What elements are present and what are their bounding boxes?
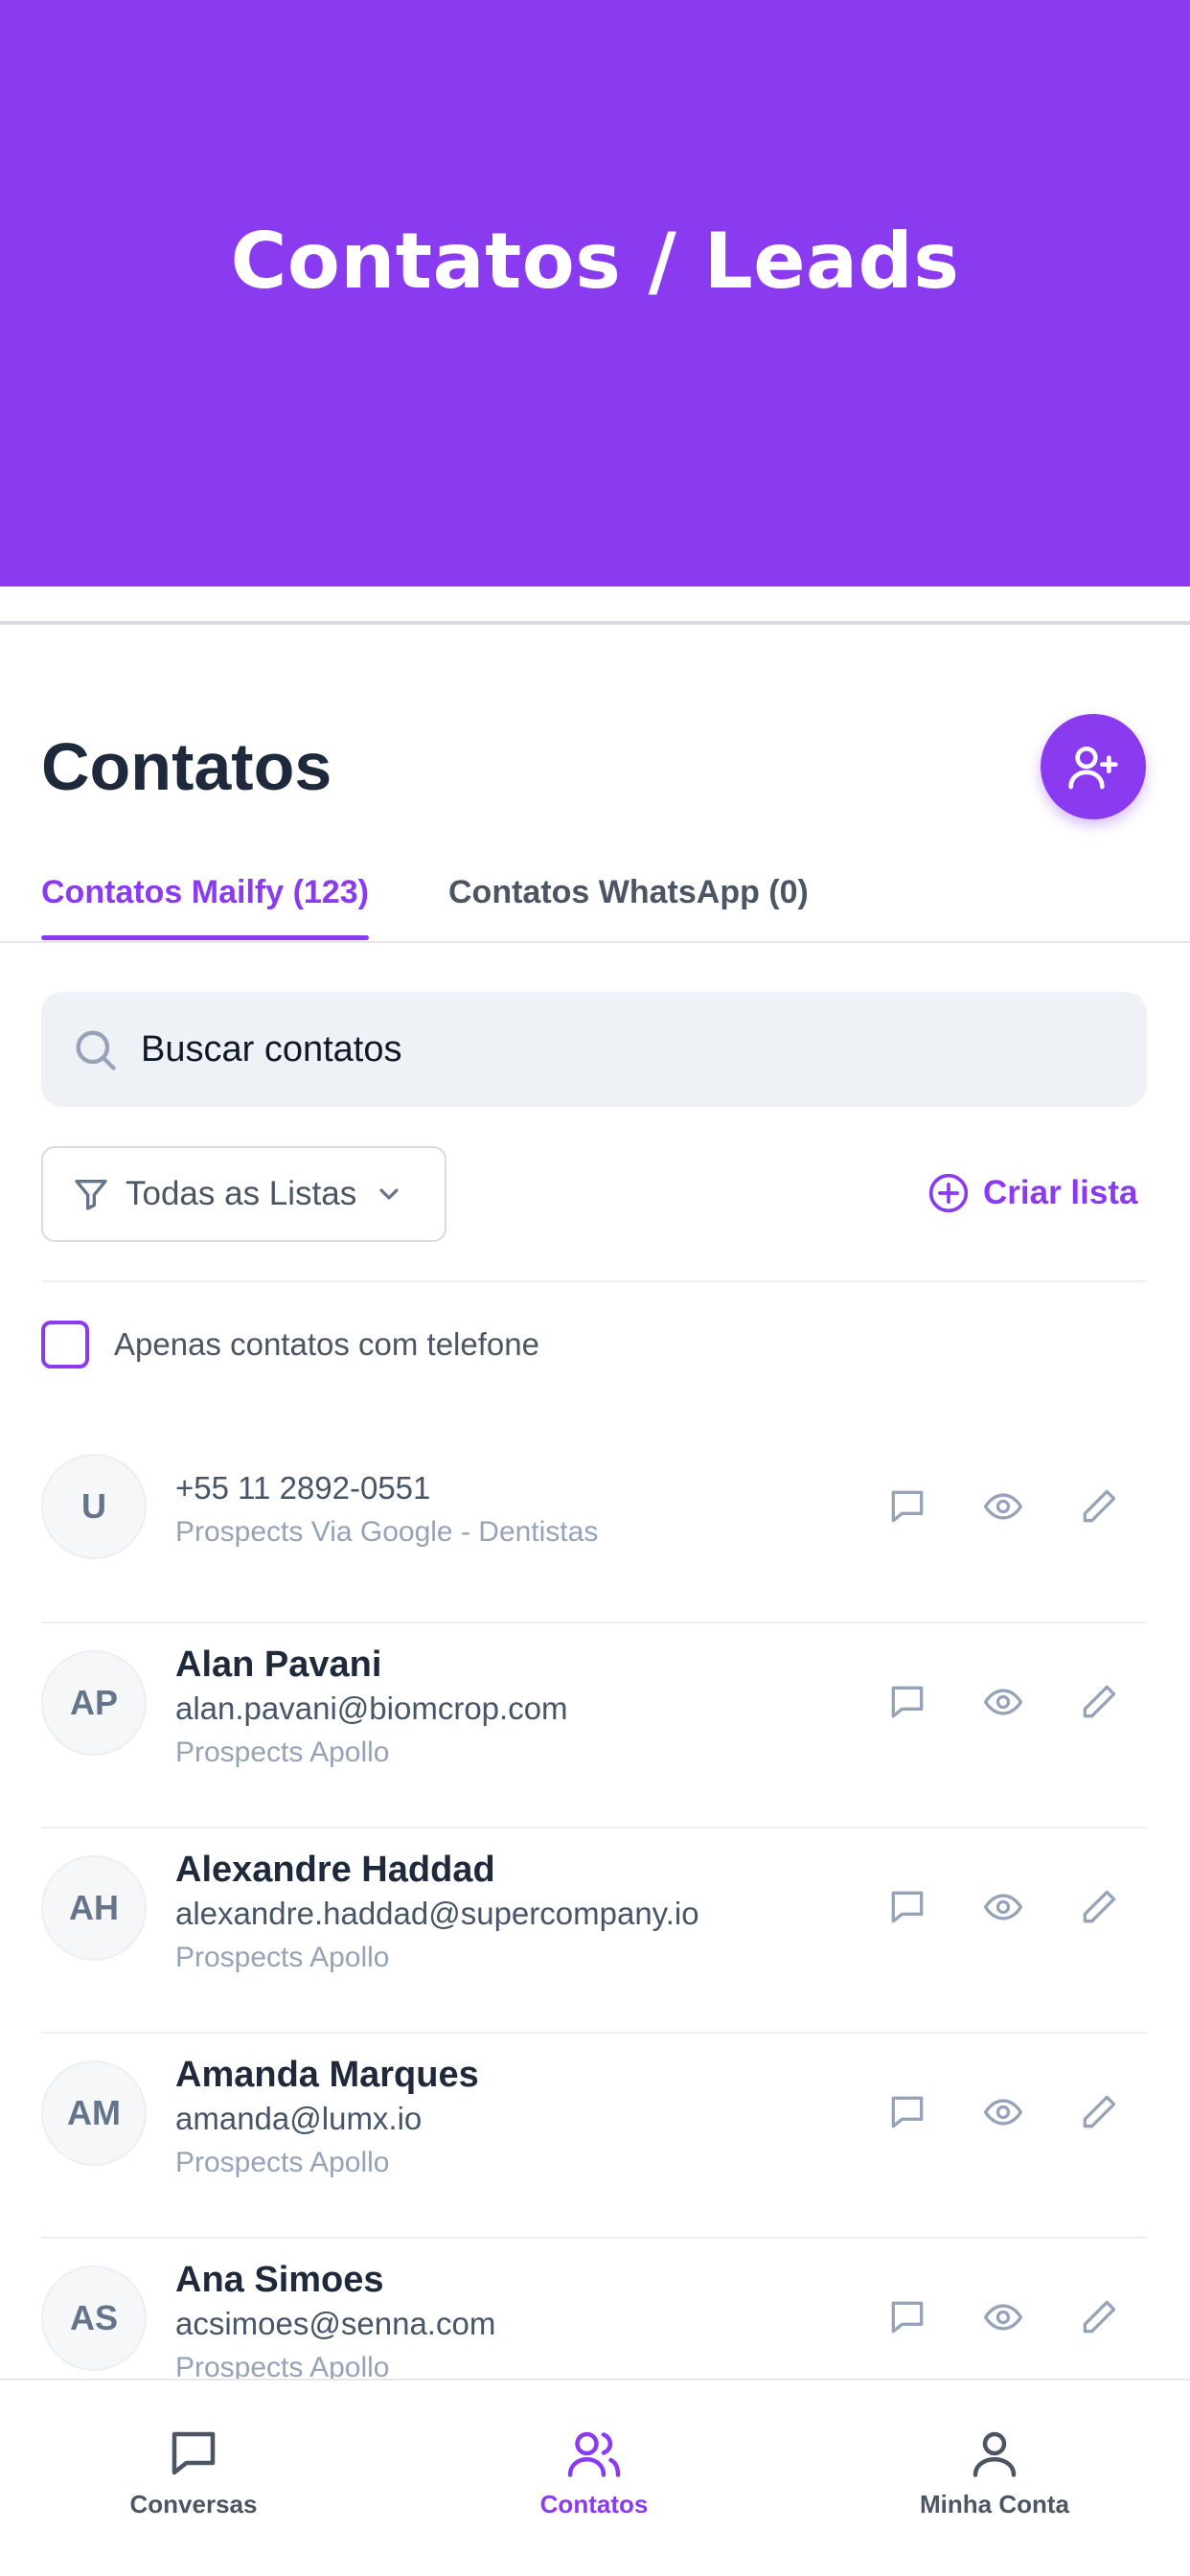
filter-icon (75, 1180, 107, 1210)
phone-only-checkbox[interactable] (41, 1321, 89, 1368)
edit-button[interactable] (1051, 1673, 1147, 1731)
user-icon (973, 2431, 1017, 2477)
pencil-icon (1083, 1685, 1116, 1718)
edit-button[interactable] (1051, 1878, 1147, 1936)
avatar: AM (41, 2060, 147, 2166)
bottom-navigation: Conversas Contatos Minha Conta (0, 2379, 1190, 2576)
avatar: AH (41, 1855, 147, 1961)
nav-label: Conversas (129, 2490, 258, 2518)
header-title: Contatos / Leads (230, 216, 960, 306)
chat-icon (891, 2301, 924, 2334)
contact-phone: +55 11 2892-0551 (175, 1470, 431, 1506)
add-contact-button[interactable] (1041, 714, 1146, 819)
message-button[interactable] (859, 1673, 955, 1731)
contact-list-name: Prospects Apollo (175, 1736, 390, 1768)
message-button[interactable] (859, 1478, 955, 1535)
eye-icon (983, 1493, 1023, 1520)
nav-conversas[interactable]: Conversas (50, 2425, 337, 2519)
pencil-icon (1083, 1890, 1116, 1923)
contact-row[interactable]: AM Amanda Marques amanda@lumx.io Prospec… (41, 2034, 1147, 2239)
chat-icon (891, 2096, 924, 2128)
contact-name: Alan Pavani (175, 1644, 382, 1685)
eye-icon (983, 2304, 1023, 2331)
contact-name: Ana Simoes (175, 2260, 384, 2300)
chat-icon (891, 1490, 924, 1523)
nav-minha-conta[interactable]: Minha Conta (851, 2425, 1138, 2519)
header-banner: Contatos / Leads (0, 0, 1190, 586)
divider (41, 1280, 1147, 1282)
tab-contatos-whatsapp[interactable]: Contatos WhatsApp (0) (448, 874, 809, 911)
view-button[interactable] (955, 2083, 1051, 2141)
message-button[interactable] (859, 2288, 955, 2346)
avatar: AS (41, 2266, 147, 2371)
phone-only-filter[interactable]: Apenas contatos com telefone (41, 1321, 539, 1368)
search-bar[interactable] (41, 992, 1147, 1107)
filter-selected-label: Todas as Listas (126, 1175, 357, 1212)
search-input[interactable] (141, 1028, 1003, 1070)
contact-email: amanda@lumx.io (175, 2101, 423, 2136)
header-divider (0, 621, 1190, 625)
contact-row[interactable]: U +55 11 2892-0551 Prospects Via Google … (41, 1418, 1147, 1623)
contact-email: acsimoes@senna.com (175, 2306, 496, 2341)
pencil-icon (1083, 2300, 1116, 2334)
edit-button[interactable] (1051, 1478, 1147, 1535)
view-button[interactable] (955, 2288, 1051, 2346)
chat-icon (172, 2431, 216, 2475)
nav-label: Contatos (539, 2490, 649, 2518)
view-button[interactable] (955, 1478, 1051, 1535)
contact-name: Amanda Marques (175, 2055, 479, 2095)
edit-button[interactable] (1051, 2083, 1147, 2141)
users-icon (567, 2431, 621, 2477)
eye-icon (983, 1894, 1023, 1920)
chat-icon (891, 1686, 924, 1718)
nav-label: Minha Conta (920, 2490, 1069, 2518)
avatar: AP (41, 1650, 147, 1756)
contact-list-name: Prospects Apollo (175, 2147, 390, 2178)
contact-name: Alexandre Haddad (175, 1850, 495, 1890)
message-button[interactable] (859, 1878, 955, 1936)
edit-button[interactable] (1051, 2288, 1147, 2346)
contact-email: alan.pavani@biomcrop.com (175, 1690, 568, 1726)
search-icon (76, 1030, 116, 1070)
create-list-label: Criar lista (983, 1174, 1138, 1211)
user-plus-icon (1068, 747, 1118, 790)
page-title: Contatos (41, 729, 332, 804)
view-button[interactable] (955, 1673, 1051, 1731)
tab-contatos-mailfy[interactable]: Contatos Mailfy (123) (41, 874, 369, 940)
avatar: U (41, 1454, 147, 1559)
eye-icon (983, 1689, 1023, 1715)
create-list-button[interactable]: Criar lista (927, 1172, 1137, 1214)
chevron-down-icon (379, 1188, 399, 1200)
phone-only-label: Apenas contatos com telefone (114, 1326, 539, 1362)
eye-icon (983, 2099, 1023, 2126)
nav-contatos[interactable]: Contatos (450, 2425, 738, 2519)
plus-circle-icon (928, 1173, 969, 1213)
chat-icon (891, 1891, 924, 1923)
contact-row[interactable]: AP Alan Pavani alan.pavani@biomcrop.com … (41, 1623, 1147, 1828)
pencil-icon (1083, 1489, 1116, 1523)
contact-row[interactable]: AH Alexandre Haddad alexandre.haddad@sup… (41, 1828, 1147, 2034)
contact-tabs: Contatos Mailfy (123) Contatos WhatsApp … (0, 862, 1190, 943)
view-button[interactable] (955, 1878, 1051, 1936)
contact-email: alexandre.haddad@supercompany.io (175, 1896, 699, 1931)
contact-list-name: Prospects Via Google - Dentistas (175, 1516, 599, 1548)
contact-list-name: Prospects Apollo (175, 1942, 390, 1973)
message-button[interactable] (859, 2083, 955, 2141)
pencil-icon (1083, 2095, 1116, 2128)
list-filter-dropdown[interactable]: Todas as Listas (41, 1146, 446, 1242)
